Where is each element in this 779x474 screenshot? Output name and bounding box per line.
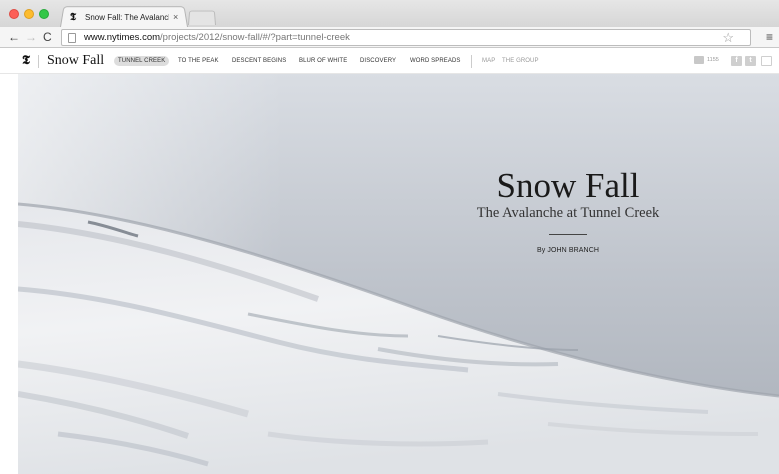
close-window-button[interactable] bbox=[9, 9, 19, 19]
browser-menu-icon[interactable]: ≡ bbox=[766, 30, 773, 44]
new-tab-button[interactable] bbox=[188, 10, 216, 25]
browser-tab-content[interactable]: 𝕿 Snow Fall: The Avalanche a × bbox=[70, 10, 184, 24]
twitter-icon[interactable]: t bbox=[745, 56, 756, 66]
hero-subtitle: The Avalanche at Tunnel Creek bbox=[476, 205, 660, 221]
snow-slope-illustration bbox=[18, 74, 779, 474]
url-host: www.nytimes.com bbox=[84, 32, 161, 43]
email-icon[interactable] bbox=[761, 56, 772, 66]
nav-divider bbox=[38, 55, 39, 68]
chapter-discovery[interactable]: DISCOVERY bbox=[360, 56, 396, 66]
chapter-blur-of-white[interactable]: BLUR OF WHITE bbox=[299, 56, 347, 66]
back-arrow-icon[interactable]: ← bbox=[8, 30, 20, 44]
hero-byline: By JOHN BRANCH bbox=[536, 247, 600, 254]
url-path: /projects/2012/snow-fall/#/?part=tunnel-… bbox=[160, 32, 350, 43]
forward-arrow-icon[interactable]: → bbox=[25, 30, 37, 44]
zoom-window-button[interactable] bbox=[39, 9, 49, 19]
browser-tab-bar: 𝕿 Snow Fall: The Avalanche a × bbox=[0, 0, 779, 28]
chapter-descent-begins[interactable]: DESCENT BEGINS bbox=[232, 56, 286, 66]
bookmark-star-icon[interactable]: ☆ bbox=[722, 31, 734, 45]
tab-close-icon[interactable]: × bbox=[173, 12, 178, 22]
tab-title: Snow Fall: The Avalanche a bbox=[85, 12, 169, 22]
chapter-tunnel-creek[interactable]: TUNNEL CREEK bbox=[114, 56, 170, 66]
nyt-logo-icon[interactable]: 𝕿 bbox=[22, 53, 30, 68]
site-title[interactable]: Snow Fall bbox=[47, 53, 104, 69]
nav-the-group[interactable]: THE GROUP bbox=[502, 56, 539, 66]
facebook-icon[interactable]: f bbox=[731, 56, 742, 66]
address-bar[interactable]: www.nytimes.com/projects/2012/snow-fall/… bbox=[61, 29, 751, 46]
reload-icon[interactable]: C bbox=[43, 30, 52, 44]
hero-image: Snow Fall The Avalanche at Tunnel Creek … bbox=[18, 74, 779, 474]
minimize-window-button[interactable] bbox=[24, 9, 34, 19]
nav-divider bbox=[471, 55, 472, 68]
page-icon bbox=[68, 32, 76, 43]
chapter-to-the-peak[interactable]: TO THE PEAK bbox=[178, 56, 219, 66]
site-navigation: 𝕿 Snow Fall TUNNEL CREEK TO THE PEAK DES… bbox=[0, 49, 779, 74]
nyt-favicon-icon: 𝕿 bbox=[70, 11, 77, 23]
nav-map[interactable]: MAP bbox=[482, 56, 495, 66]
hero-title: Snow Fall bbox=[496, 166, 640, 205]
browser-toolbar: ← → C www.nytimes.com/projects/2012/snow… bbox=[0, 27, 779, 48]
comment-icon[interactable] bbox=[694, 56, 704, 64]
hero-divider bbox=[549, 234, 587, 235]
comment-count[interactable]: 1155 bbox=[707, 57, 719, 63]
chapter-word-spreads[interactable]: WORD SPREADS bbox=[410, 56, 461, 66]
